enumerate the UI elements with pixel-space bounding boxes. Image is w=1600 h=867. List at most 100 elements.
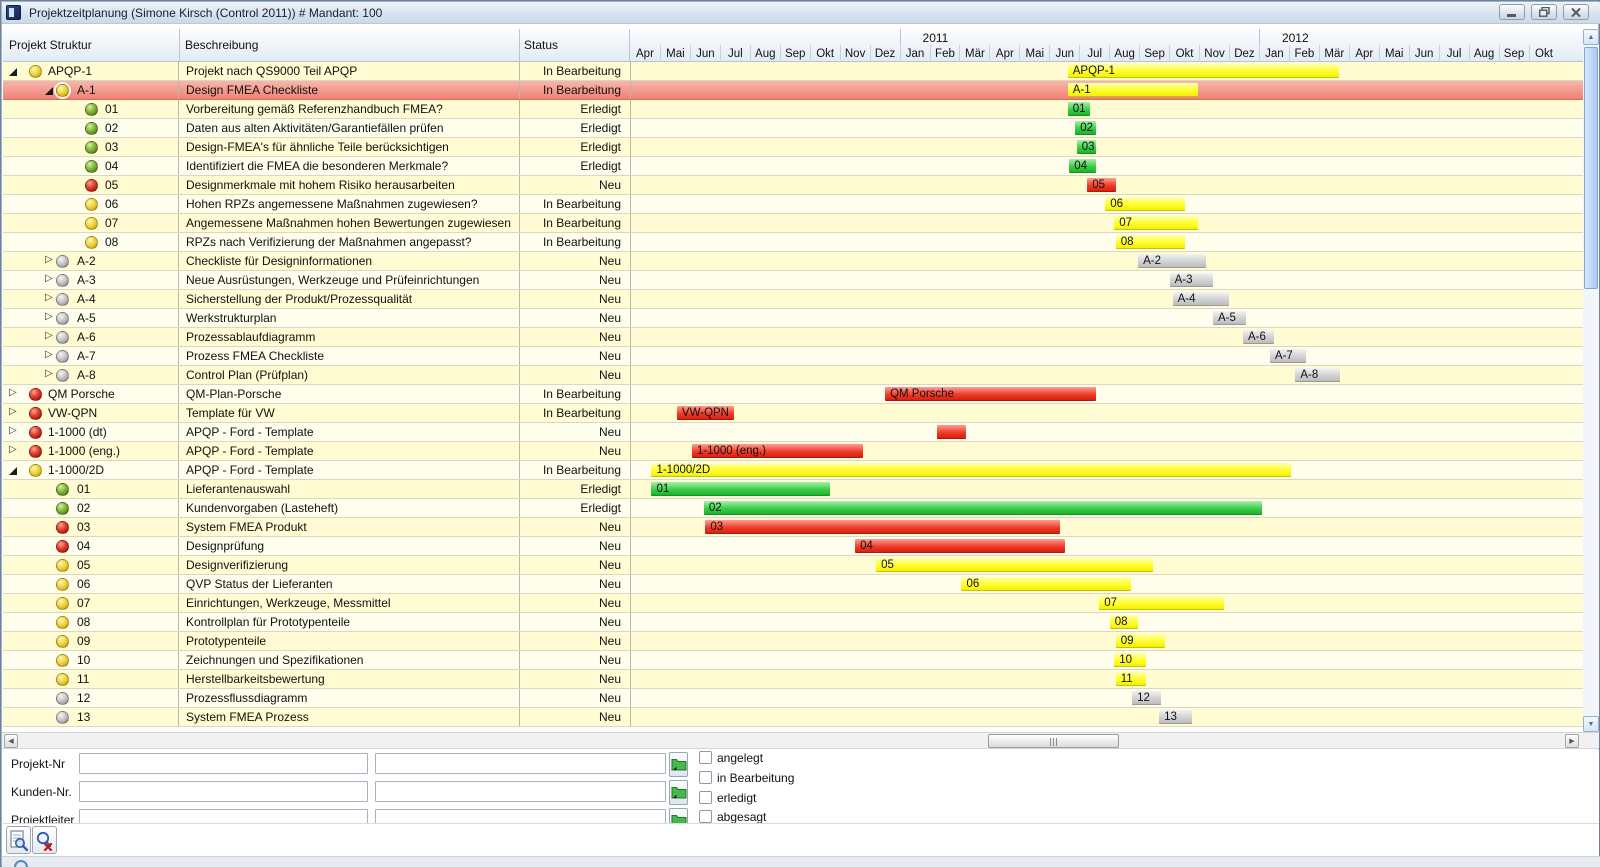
- column-divider[interactable]: [179, 29, 180, 62]
- scroll-down-button[interactable]: ▼: [1583, 716, 1599, 732]
- expand-toggle-icon[interactable]: ▷: [45, 292, 53, 303]
- expand-toggle-icon[interactable]: ▷: [45, 349, 53, 360]
- horizontal-scrollbar[interactable]: ◀ ▶: [2, 732, 1599, 749]
- table-row-10[interactable]: 10Zeichnungen und SpezifikationenNeu10: [3, 651, 1583, 670]
- search-button[interactable]: [6, 826, 31, 854]
- gantt-bar-12[interactable]: 12: [1132, 691, 1160, 705]
- table-row-a-2[interactable]: ▷A-2Checkliste für DesigninformationenNe…: [3, 252, 1583, 271]
- expand-toggle-icon[interactable]: ▷: [45, 254, 53, 265]
- checkbox-abgesagt[interactable]: [699, 810, 712, 823]
- table-row-a-8[interactable]: ▷A-8Control Plan (Prüfplan)NeuA-8: [3, 366, 1583, 385]
- kunden-nr-lookup-button[interactable]: [669, 780, 688, 805]
- checkbox-erledigt[interactable]: [699, 791, 712, 804]
- table-row-06[interactable]: 06QVP Status der LieferantenNeu06: [3, 575, 1583, 594]
- gantt-bar-a-2[interactable]: A-2: [1138, 254, 1205, 268]
- projekt-nr-input-2[interactable]: [375, 753, 666, 774]
- gantt-bar-a-1[interactable]: A-1: [1068, 83, 1198, 97]
- table-row-a-7[interactable]: ▷A-7Prozess FMEA ChecklisteNeuA-7: [3, 347, 1583, 366]
- checkbox-angelegt[interactable]: [699, 751, 712, 764]
- table-row-13[interactable]: 13System FMEA ProzessNeu13: [3, 708, 1583, 727]
- table-row-1-1000-eng-[interactable]: ▷1-1000 (eng.)APQP - Ford - TemplateNeu1…: [3, 442, 1583, 461]
- expand-toggle-icon[interactable]: ▷: [9, 387, 17, 398]
- gantt-bar-05[interactable]: 05: [1087, 178, 1115, 192]
- table-row-03[interactable]: 03System FMEA ProduktNeu03: [3, 518, 1583, 537]
- gantt-bar-04[interactable]: 04: [855, 539, 1065, 553]
- expand-toggle-icon[interactable]: ▷: [9, 406, 17, 417]
- gantt-bar-09[interactable]: 09: [1116, 634, 1165, 648]
- table-row-04[interactable]: 04DesignprüfungNeu04: [3, 537, 1583, 556]
- table-row-a-4[interactable]: ▷A-4Sicherstellung der Produkt/Prozessqu…: [3, 290, 1583, 309]
- table-row-1-1000-dt-[interactable]: ▷1-1000 (dt)APQP - Ford - TemplateNeu: [3, 423, 1583, 442]
- vertical-scrollbar-thumb[interactable]: [1584, 47, 1598, 289]
- gantt-bar-a-8[interactable]: A-8: [1295, 368, 1340, 382]
- gantt-bar-02[interactable]: 02: [704, 501, 1263, 515]
- collapse-toggle-icon[interactable]: [9, 68, 17, 76]
- clear-search-button[interactable]: [32, 826, 57, 854]
- table-row-03[interactable]: 03Design-FMEA's für ähnliche Teile berüc…: [3, 138, 1583, 157]
- gantt-bar-qm-porsche[interactable]: QM Porsche: [885, 387, 1096, 401]
- gantt-bar-06[interactable]: 06: [1105, 197, 1184, 211]
- table-row-qm-porsche[interactable]: ▷QM PorscheQM-Plan-PorscheIn Bearbeitung…: [3, 385, 1583, 404]
- table-row-08[interactable]: 08RPZs nach Verifizierung der Maßnahmen …: [3, 233, 1583, 252]
- table-row-vw-qpn[interactable]: ▷VW-QPNTemplate für VWIn BearbeitungVW-Q…: [3, 404, 1583, 423]
- projekt-nr-lookup-button[interactable]: [669, 752, 688, 777]
- table-row-09[interactable]: 09PrototypenteileNeu09: [3, 632, 1583, 651]
- gantt-bar-apqp-1[interactable]: APQP-1: [1068, 64, 1339, 78]
- gantt-bar-06[interactable]: 06: [961, 577, 1130, 591]
- gantt-bar-02[interactable]: 02: [1075, 121, 1096, 135]
- expand-toggle-icon[interactable]: ▷: [45, 311, 53, 322]
- table-row-a-3[interactable]: ▷A-3Neue Ausrüstungen, Werkzeuge und Prü…: [3, 271, 1583, 290]
- table-row-02[interactable]: 02Daten aus alten Aktivitäten/Garantiefä…: [3, 119, 1583, 138]
- kunden-nr-input[interactable]: [79, 781, 368, 802]
- expand-toggle-icon[interactable]: ▷: [45, 330, 53, 341]
- gantt-bar-05[interactable]: 05: [876, 558, 1153, 572]
- kunden-nr-input-2[interactable]: [375, 781, 666, 802]
- gantt-bar-08[interactable]: 08: [1110, 615, 1138, 629]
- column-header-struktur[interactable]: Projekt Struktur: [9, 38, 92, 52]
- gantt-bar-a-6[interactable]: A-6: [1243, 330, 1274, 344]
- column-header-status[interactable]: Status: [524, 38, 558, 52]
- table-row-06[interactable]: 06Hohen RPZs angemessene Maßnahmen zugew…: [3, 195, 1583, 214]
- collapse-toggle-icon[interactable]: [9, 467, 17, 475]
- minimize-button[interactable]: [1499, 4, 1525, 20]
- gantt-bar-a-5[interactable]: A-5: [1213, 311, 1246, 325]
- gantt-bar-10[interactable]: 10: [1114, 653, 1145, 667]
- gantt-bar-vw-qpn[interactable]: VW-QPN: [677, 406, 734, 420]
- table-row-05[interactable]: 05Designmerkmale mit hohem Risiko heraus…: [3, 176, 1583, 195]
- expand-toggle-icon[interactable]: ▷: [9, 425, 17, 436]
- gantt-bar-11[interactable]: 11: [1116, 672, 1146, 686]
- table-row-07[interactable]: 07Einrichtungen, Werkzeuge, MessmittelNe…: [3, 594, 1583, 613]
- gantt-bar-08[interactable]: 08: [1116, 235, 1185, 249]
- table-row-1-1000-2d[interactable]: 1-1000/2DAPQP - Ford - TemplateIn Bearbe…: [3, 461, 1583, 480]
- close-button[interactable]: [1563, 4, 1589, 20]
- scroll-left-button[interactable]: ◀: [4, 734, 18, 748]
- expand-toggle-icon[interactable]: ▷: [9, 444, 17, 455]
- table-row-01[interactable]: 01LieferantenauswahlErledigt01: [3, 480, 1583, 499]
- checkbox-in-bearbeitung[interactable]: [699, 771, 712, 784]
- horizontal-scrollbar-thumb[interactable]: [988, 734, 1119, 748]
- column-divider[interactable]: [519, 29, 520, 62]
- projekt-nr-input[interactable]: [79, 753, 368, 774]
- gantt-bar-a-3[interactable]: A-3: [1170, 273, 1213, 287]
- table-row-a-5[interactable]: ▷A-5WerkstrukturplanNeuA-5: [3, 309, 1583, 328]
- scroll-up-button[interactable]: ▲: [1583, 29, 1599, 45]
- gantt-bar-03[interactable]: 03: [705, 520, 1060, 534]
- vertical-scrollbar[interactable]: ▲ ▼: [1583, 29, 1599, 732]
- column-header-beschreibung[interactable]: Beschreibung: [185, 38, 258, 52]
- table-row-a-6[interactable]: ▷A-6ProzessablaufdiagrammNeuA-6: [3, 328, 1583, 347]
- gantt-bar-13[interactable]: 13: [1159, 710, 1192, 724]
- gantt-bar-a-4[interactable]: A-4: [1173, 292, 1230, 306]
- gantt-bar-01[interactable]: 01: [651, 482, 829, 496]
- table-row-08[interactable]: 08Kontrollplan für PrototypenteileNeu08: [3, 613, 1583, 632]
- table-row-05[interactable]: 05DesignverifizierungNeu05: [3, 556, 1583, 575]
- scroll-right-button[interactable]: ▶: [1565, 734, 1579, 748]
- table-row-02[interactable]: 02Kundenvorgaben (Lasteheft)Erledigt02: [3, 499, 1583, 518]
- collapse-toggle-icon[interactable]: [45, 87, 53, 95]
- gantt-bar-03[interactable]: 03: [1077, 140, 1096, 154]
- gantt-bar-1-1000-eng-[interactable]: 1-1000 (eng.): [692, 444, 863, 458]
- expand-toggle-icon[interactable]: ▷: [45, 368, 53, 379]
- table-row-apqp-1[interactable]: APQP-1Projekt nach QS9000 Teil APQPIn Be…: [3, 62, 1583, 81]
- table-row-12[interactable]: 12ProzessflussdiagrammNeu12: [3, 689, 1583, 708]
- table-row-11[interactable]: 11HerstellbarkeitsbewertungNeu11: [3, 670, 1583, 689]
- gantt-bar-a-7[interactable]: A-7: [1270, 349, 1306, 363]
